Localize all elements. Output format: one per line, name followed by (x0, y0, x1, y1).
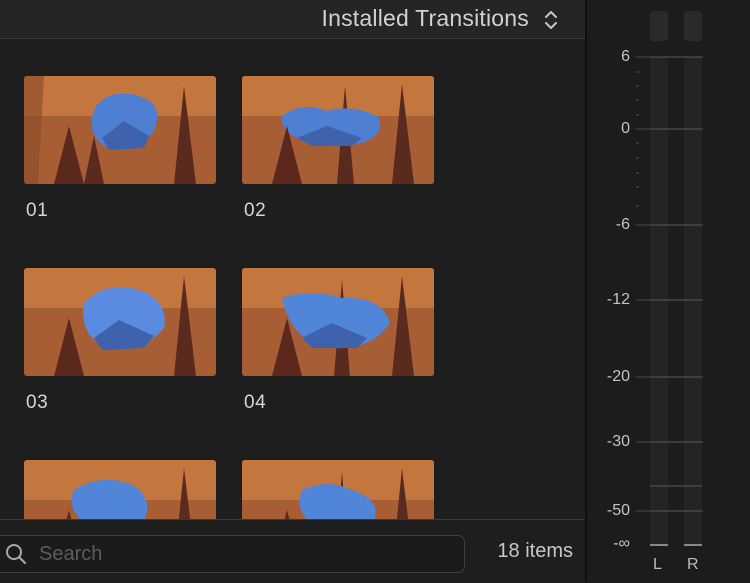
transition-label: 03 (26, 392, 49, 413)
scale-label: -12 (606, 291, 630, 308)
scale-label: -∞ (613, 535, 630, 552)
search-icon (6, 544, 27, 565)
scale-label: 0 (621, 120, 630, 137)
transition-thumbnail (24, 460, 216, 519)
audio-meters: 6 0 -6 -12 -20 -30 -50 -∞ L R (587, 0, 750, 582)
channel-label-right: R (687, 556, 699, 573)
scale-label: -6 (615, 216, 630, 233)
transition-item[interactable] (24, 460, 216, 519)
transitions-browser: Installed Transitions 01 02 03 04 Search… (0, 0, 585, 583)
transition-item[interactable]: 02 (242, 76, 434, 222)
transition-thumbnail (242, 460, 434, 519)
category-title[interactable]: Installed Transitions (322, 5, 529, 32)
transition-label: 04 (244, 392, 267, 413)
transition-label: 02 (244, 200, 267, 221)
transition-label: 01 (26, 200, 49, 221)
channel-label-left: L (653, 556, 662, 573)
transition-thumbnail (24, 268, 216, 376)
scale-label: 6 (621, 48, 630, 65)
search-field[interactable] (0, 535, 465, 573)
transition-thumbnail (24, 76, 216, 184)
transition-item[interactable]: 03 (24, 268, 216, 414)
transition-thumbnail (242, 76, 434, 184)
item-count: 18 items (497, 540, 573, 562)
browser-header: Installed Transitions (0, 0, 585, 39)
scale-label: -50 (606, 502, 630, 519)
browser-footer: 18 items (0, 519, 585, 583)
transition-item[interactable]: 04 (242, 268, 434, 414)
transition-item[interactable] (242, 460, 434, 519)
scale-label: -20 (606, 368, 630, 385)
search-input[interactable] (37, 540, 441, 568)
up-down-chevron-icon[interactable] (543, 8, 559, 32)
scale-label: -30 (606, 433, 630, 450)
transition-item[interactable]: 01 (24, 76, 216, 222)
transitions-grid: 01 02 03 04 (0, 39, 585, 519)
transition-thumbnail (242, 268, 434, 376)
